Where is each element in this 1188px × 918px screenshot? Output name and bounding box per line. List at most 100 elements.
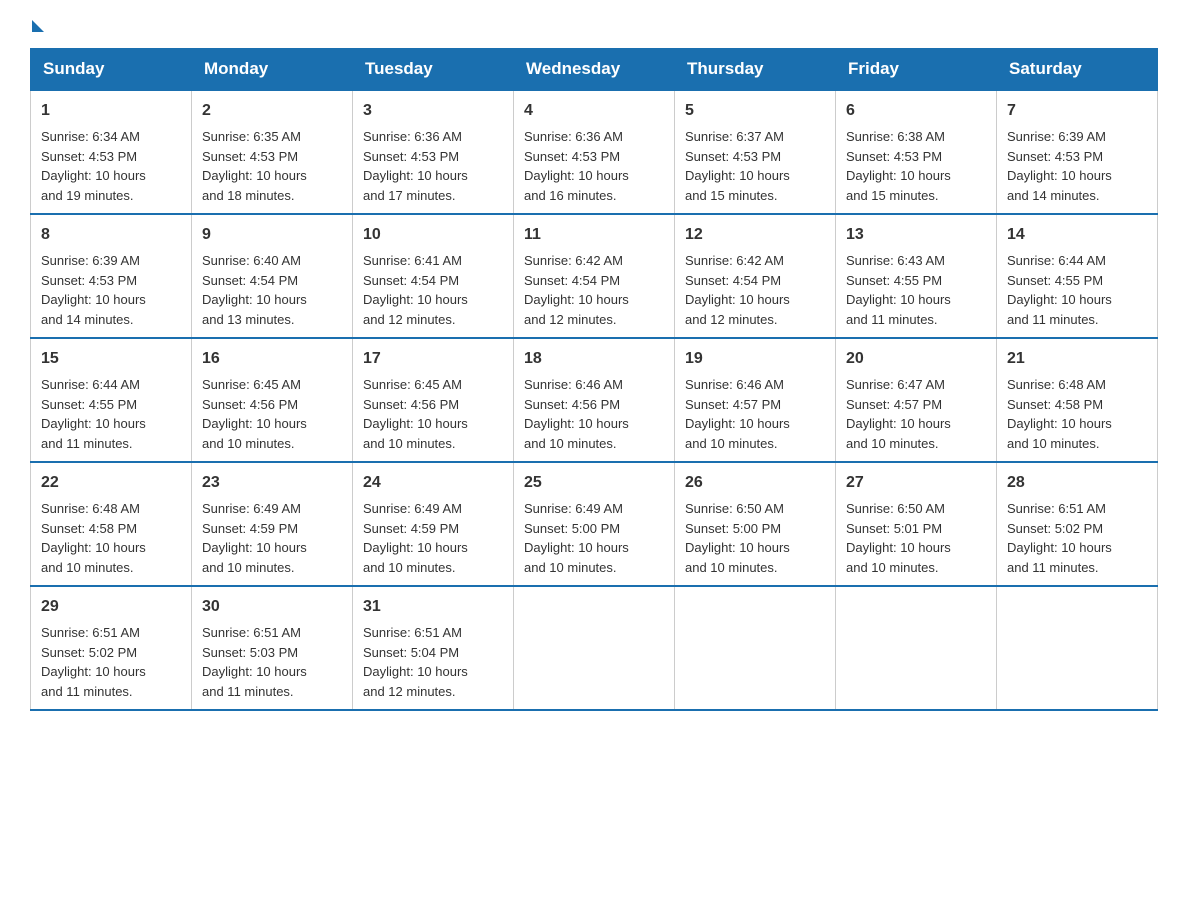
day-info: Sunrise: 6:38 AMSunset: 4:53 PMDaylight:… <box>846 129 951 203</box>
day-cell <box>836 586 997 710</box>
day-info: Sunrise: 6:36 AMSunset: 4:53 PMDaylight:… <box>363 129 468 203</box>
day-info: Sunrise: 6:34 AMSunset: 4:53 PMDaylight:… <box>41 129 146 203</box>
day-number: 7 <box>1007 99 1147 123</box>
header-saturday: Saturday <box>997 49 1158 91</box>
day-number: 14 <box>1007 223 1147 247</box>
day-info: Sunrise: 6:49 AMSunset: 5:00 PMDaylight:… <box>524 501 629 575</box>
header-tuesday: Tuesday <box>353 49 514 91</box>
day-cell: 12 Sunrise: 6:42 AMSunset: 4:54 PMDaylig… <box>675 214 836 338</box>
day-number: 9 <box>202 223 342 247</box>
header-friday: Friday <box>836 49 997 91</box>
week-row-3: 15 Sunrise: 6:44 AMSunset: 4:55 PMDaylig… <box>31 338 1158 462</box>
day-number: 8 <box>41 223 181 247</box>
day-cell: 29 Sunrise: 6:51 AMSunset: 5:02 PMDaylig… <box>31 586 192 710</box>
day-info: Sunrise: 6:43 AMSunset: 4:55 PMDaylight:… <box>846 253 951 327</box>
day-number: 29 <box>41 595 181 619</box>
day-info: Sunrise: 6:35 AMSunset: 4:53 PMDaylight:… <box>202 129 307 203</box>
day-info: Sunrise: 6:51 AMSunset: 5:04 PMDaylight:… <box>363 625 468 699</box>
day-number: 6 <box>846 99 986 123</box>
day-cell: 9 Sunrise: 6:40 AMSunset: 4:54 PMDayligh… <box>192 214 353 338</box>
day-number: 26 <box>685 471 825 495</box>
header-sunday: Sunday <box>31 49 192 91</box>
page-header <box>30 20 1158 28</box>
day-cell <box>514 586 675 710</box>
day-info: Sunrise: 6:49 AMSunset: 4:59 PMDaylight:… <box>202 501 307 575</box>
day-cell: 3 Sunrise: 6:36 AMSunset: 4:53 PMDayligh… <box>353 90 514 214</box>
day-info: Sunrise: 6:39 AMSunset: 4:53 PMDaylight:… <box>41 253 146 327</box>
day-cell: 10 Sunrise: 6:41 AMSunset: 4:54 PMDaylig… <box>353 214 514 338</box>
day-info: Sunrise: 6:51 AMSunset: 5:02 PMDaylight:… <box>1007 501 1112 575</box>
day-cell: 20 Sunrise: 6:47 AMSunset: 4:57 PMDaylig… <box>836 338 997 462</box>
day-info: Sunrise: 6:49 AMSunset: 4:59 PMDaylight:… <box>363 501 468 575</box>
day-number: 19 <box>685 347 825 371</box>
day-number: 23 <box>202 471 342 495</box>
day-cell: 31 Sunrise: 6:51 AMSunset: 5:04 PMDaylig… <box>353 586 514 710</box>
day-info: Sunrise: 6:46 AMSunset: 4:56 PMDaylight:… <box>524 377 629 451</box>
day-cell: 27 Sunrise: 6:50 AMSunset: 5:01 PMDaylig… <box>836 462 997 586</box>
day-number: 27 <box>846 471 986 495</box>
day-number: 11 <box>524 223 664 247</box>
day-info: Sunrise: 6:48 AMSunset: 4:58 PMDaylight:… <box>41 501 146 575</box>
week-row-1: 1 Sunrise: 6:34 AMSunset: 4:53 PMDayligh… <box>31 90 1158 214</box>
header-thursday: Thursday <box>675 49 836 91</box>
day-info: Sunrise: 6:39 AMSunset: 4:53 PMDaylight:… <box>1007 129 1112 203</box>
day-cell: 28 Sunrise: 6:51 AMSunset: 5:02 PMDaylig… <box>997 462 1158 586</box>
day-info: Sunrise: 6:50 AMSunset: 5:01 PMDaylight:… <box>846 501 951 575</box>
day-cell: 7 Sunrise: 6:39 AMSunset: 4:53 PMDayligh… <box>997 90 1158 214</box>
day-info: Sunrise: 6:45 AMSunset: 4:56 PMDaylight:… <box>363 377 468 451</box>
day-cell: 24 Sunrise: 6:49 AMSunset: 4:59 PMDaylig… <box>353 462 514 586</box>
day-number: 4 <box>524 99 664 123</box>
day-cell: 26 Sunrise: 6:50 AMSunset: 5:00 PMDaylig… <box>675 462 836 586</box>
day-number: 2 <box>202 99 342 123</box>
day-number: 24 <box>363 471 503 495</box>
calendar-header-row: SundayMondayTuesdayWednesdayThursdayFrid… <box>31 49 1158 91</box>
day-cell: 22 Sunrise: 6:48 AMSunset: 4:58 PMDaylig… <box>31 462 192 586</box>
day-info: Sunrise: 6:45 AMSunset: 4:56 PMDaylight:… <box>202 377 307 451</box>
header-wednesday: Wednesday <box>514 49 675 91</box>
day-number: 13 <box>846 223 986 247</box>
day-number: 15 <box>41 347 181 371</box>
day-cell: 1 Sunrise: 6:34 AMSunset: 4:53 PMDayligh… <box>31 90 192 214</box>
day-number: 28 <box>1007 471 1147 495</box>
logo-arrow-icon <box>32 20 44 32</box>
day-number: 21 <box>1007 347 1147 371</box>
day-info: Sunrise: 6:36 AMSunset: 4:53 PMDaylight:… <box>524 129 629 203</box>
week-row-4: 22 Sunrise: 6:48 AMSunset: 4:58 PMDaylig… <box>31 462 1158 586</box>
day-cell: 8 Sunrise: 6:39 AMSunset: 4:53 PMDayligh… <box>31 214 192 338</box>
day-info: Sunrise: 6:41 AMSunset: 4:54 PMDaylight:… <box>363 253 468 327</box>
day-cell: 16 Sunrise: 6:45 AMSunset: 4:56 PMDaylig… <box>192 338 353 462</box>
day-number: 30 <box>202 595 342 619</box>
logo <box>30 20 46 28</box>
day-cell: 6 Sunrise: 6:38 AMSunset: 4:53 PMDayligh… <box>836 90 997 214</box>
day-info: Sunrise: 6:37 AMSunset: 4:53 PMDaylight:… <box>685 129 790 203</box>
day-cell <box>997 586 1158 710</box>
day-number: 18 <box>524 347 664 371</box>
day-cell: 18 Sunrise: 6:46 AMSunset: 4:56 PMDaylig… <box>514 338 675 462</box>
day-number: 5 <box>685 99 825 123</box>
day-info: Sunrise: 6:51 AMSunset: 5:03 PMDaylight:… <box>202 625 307 699</box>
day-cell: 30 Sunrise: 6:51 AMSunset: 5:03 PMDaylig… <box>192 586 353 710</box>
day-cell: 17 Sunrise: 6:45 AMSunset: 4:56 PMDaylig… <box>353 338 514 462</box>
day-cell <box>675 586 836 710</box>
day-number: 1 <box>41 99 181 123</box>
day-info: Sunrise: 6:51 AMSunset: 5:02 PMDaylight:… <box>41 625 146 699</box>
day-cell: 21 Sunrise: 6:48 AMSunset: 4:58 PMDaylig… <box>997 338 1158 462</box>
day-number: 16 <box>202 347 342 371</box>
day-info: Sunrise: 6:46 AMSunset: 4:57 PMDaylight:… <box>685 377 790 451</box>
day-number: 31 <box>363 595 503 619</box>
day-number: 17 <box>363 347 503 371</box>
day-number: 10 <box>363 223 503 247</box>
day-number: 20 <box>846 347 986 371</box>
calendar-table: SundayMondayTuesdayWednesdayThursdayFrid… <box>30 48 1158 711</box>
day-cell: 11 Sunrise: 6:42 AMSunset: 4:54 PMDaylig… <box>514 214 675 338</box>
day-cell: 13 Sunrise: 6:43 AMSunset: 4:55 PMDaylig… <box>836 214 997 338</box>
day-info: Sunrise: 6:44 AMSunset: 4:55 PMDaylight:… <box>41 377 146 451</box>
day-info: Sunrise: 6:47 AMSunset: 4:57 PMDaylight:… <box>846 377 951 451</box>
day-cell: 14 Sunrise: 6:44 AMSunset: 4:55 PMDaylig… <box>997 214 1158 338</box>
day-info: Sunrise: 6:50 AMSunset: 5:00 PMDaylight:… <box>685 501 790 575</box>
week-row-5: 29 Sunrise: 6:51 AMSunset: 5:02 PMDaylig… <box>31 586 1158 710</box>
header-monday: Monday <box>192 49 353 91</box>
day-cell: 15 Sunrise: 6:44 AMSunset: 4:55 PMDaylig… <box>31 338 192 462</box>
day-number: 3 <box>363 99 503 123</box>
day-cell: 2 Sunrise: 6:35 AMSunset: 4:53 PMDayligh… <box>192 90 353 214</box>
